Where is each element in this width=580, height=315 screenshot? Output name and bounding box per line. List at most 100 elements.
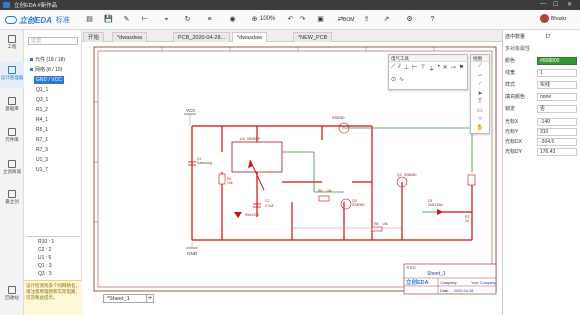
zoom-level[interactable]: 100% [260, 16, 275, 22]
cursor-dy-value: 176.43 [537, 148, 577, 156]
led-label: Red LED [245, 213, 260, 217]
close-window-button[interactable]: ✕ [567, 1, 572, 8]
place-icon[interactable]: ⊢ [140, 15, 149, 24]
spice-tool-icon[interactable]: ∿ [399, 76, 404, 83]
tree-item-net[interactable]: U1_3 [36, 156, 48, 164]
location-icon[interactable]: ⌖ [162, 15, 171, 24]
polyline-tool-icon[interactable]: ⟋ [478, 63, 482, 70]
tree-item-nets[interactable]: 网络 (8 / 10) [30, 66, 62, 74]
wire-tool-icon[interactable]: ⟋ [391, 64, 395, 73]
tree-item-net[interactable]: R7_1 [36, 136, 48, 144]
tree-item-net[interactable]: R5_1 [36, 126, 48, 134]
part-count-row[interactable]: Q3 : 3 [38, 270, 52, 278]
tree-item-components[interactable]: 元件 (18 / 18) [30, 56, 65, 64]
pencil-icon[interactable]: ✎ [122, 15, 131, 24]
line-width-select[interactable]: 1 [537, 69, 577, 77]
align-icon[interactable]: ≡ [205, 15, 214, 24]
tab-pcb[interactable]: PCB_2020-04-28... [173, 32, 231, 42]
style-select[interactable]: 实线 [537, 81, 577, 89]
save-icon[interactable]: 💾 [104, 15, 113, 24]
tree-item-net[interactable]: Q3_1 [36, 96, 48, 104]
help-icon[interactable]: ? [428, 15, 437, 24]
rect-tool-icon[interactable]: ▭ [477, 107, 483, 114]
arrowhead-tool-icon[interactable]: ➤ [477, 90, 482, 97]
rotate-icon[interactable]: ↻ [183, 15, 192, 24]
tab-start[interactable]: 开始 [83, 32, 105, 42]
part-count-row[interactable]: C2 : 2 [38, 246, 51, 254]
net-label-icon[interactable]: ⊥ [404, 64, 409, 73]
part-count-row[interactable]: Q1 : 3 [38, 262, 52, 270]
maximize-button[interactable]: ☐ [553, 1, 558, 8]
fill-color-field[interactable]: none [537, 93, 577, 101]
rail-item-project[interactable]: 工程 [0, 35, 24, 50]
lock-select[interactable]: 否 [537, 105, 577, 113]
file-icon[interactable]: ▤ [85, 15, 94, 24]
lock-label: 锁定 [505, 106, 516, 112]
r7-value: 1k [465, 219, 469, 223]
tab-dwasdaw[interactable]: *dwasdaw [232, 32, 268, 42]
rail-item-design-manager[interactable]: 设计管理器 [0, 62, 24, 88]
image-icon[interactable]: ▣ [316, 15, 325, 24]
zoom-icon[interactable]: ⊕ [250, 15, 259, 24]
tree-item-net[interactable]: R1_2 [36, 106, 48, 114]
eye-icon[interactable]: ◉ [228, 15, 237, 24]
part-count-row[interactable]: R10 : 1 [38, 238, 54, 246]
rail-label: 立创商城 [3, 169, 21, 174]
app-logo-icon [3, 2, 10, 8]
undo-icon[interactable]: ↶ [286, 15, 295, 24]
date-value: 2020-04-28 [454, 289, 473, 293]
tab-new-pcb[interactable]: *NEW_PCB [293, 32, 333, 42]
part-count-row[interactable]: U1 : 6 [38, 254, 51, 262]
rail-item-shop[interactable]: 立创商城 [0, 160, 24, 175]
jlc-icon [8, 190, 16, 198]
rail-label: 元件库 [5, 137, 19, 142]
color-field[interactable]: #008800 [537, 57, 577, 65]
rail-item-jlc[interactable]: 嘉立创 [0, 190, 24, 205]
settings-icon[interactable]: ⚙ [405, 15, 414, 24]
flag-tool-icon[interactable]: ⚑ [459, 64, 464, 73]
share-icon[interactable]: ⇗ [382, 15, 391, 24]
netport-icon[interactable]: ⊢ [412, 64, 417, 73]
circle-tool-icon[interactable]: ○ [478, 116, 482, 122]
section-multi-props[interactable]: 多对象属性 [505, 45, 530, 53]
add-sheet-button[interactable]: + [146, 294, 154, 303]
title-label: TITLE: [406, 266, 417, 270]
bom-button[interactable]: BOM [343, 17, 354, 23]
tree-item-net[interactable]: Q1_1 [36, 86, 48, 94]
tree-item-net[interactable]: R4_1 [36, 116, 48, 124]
brand[interactable]: 立创EDA 标准 [5, 13, 70, 27]
tree-item-net[interactable]: U1_7 [36, 166, 48, 174]
title-value: Sheet_1 [427, 271, 446, 277]
library-icon [8, 97, 16, 105]
redo-icon[interactable]: ↷ [298, 15, 307, 24]
tree-item-net[interactable]: R7_3 [36, 146, 48, 154]
sheet-tab[interactable]: *Sheet_1 [103, 294, 147, 303]
user-menu[interactable]: Bhaskr [540, 14, 567, 23]
probe-tool-icon[interactable]: ⊙ [391, 76, 396, 83]
title-block: TITLE: Sheet_1 立创EDA Company: Your Compa… [403, 263, 497, 295]
text-tool-icon[interactable]: T [478, 99, 482, 105]
pan-tool-icon[interactable]: ✋ [476, 124, 483, 131]
rail-item-library[interactable]: 基础库 [0, 97, 24, 112]
rail-item-trash[interactable]: 回收站 [0, 286, 24, 301]
export-icon[interactable]: ⇪ [362, 15, 371, 24]
drawing-tools-column: ⟋ ∽ ◜ ➤ T ▭ ○ ✋ [471, 62, 489, 131]
vcc-tool-icon[interactable]: ⊤ [420, 64, 425, 73]
r6-symbol [318, 195, 330, 202]
electric-tools-panel: 电气工具 ⟋ ⫽ ⊥ ⊢ ⊤ ⏚ • ✕ ⊸ ⚑ ⊙ ∿ [388, 54, 468, 90]
window-title: 立创EDA #新作品 [14, 3, 58, 9]
rail-item-components[interactable]: 元件库 [0, 128, 24, 143]
bezier-tool-icon[interactable]: ∽ [477, 72, 482, 79]
junction-icon[interactable]: • [438, 64, 440, 73]
tab-dwasdwa[interactable]: *dwasdwa [112, 32, 148, 42]
edition-label[interactable]: 标准 [56, 15, 70, 25]
tree-item-gnd-vcc[interactable]: GND / VCC [34, 76, 64, 84]
minimize-button[interactable]: — [540, 1, 546, 7]
gnd-tool-icon[interactable]: ⏚ [429, 64, 435, 73]
pin-tool-icon[interactable]: ⊸ [451, 64, 456, 73]
bus-tool-icon[interactable]: ⫽ [398, 64, 401, 73]
no-connect-icon[interactable]: ✕ [443, 64, 448, 73]
filter-input[interactable]: 过滤 [28, 37, 78, 45]
warning-notice: 设计检测到多个同网络名，请注意原理图和实际电路，可忽略此提示。 [24, 280, 82, 315]
arc-tool-icon[interactable]: ◜ [479, 81, 481, 88]
